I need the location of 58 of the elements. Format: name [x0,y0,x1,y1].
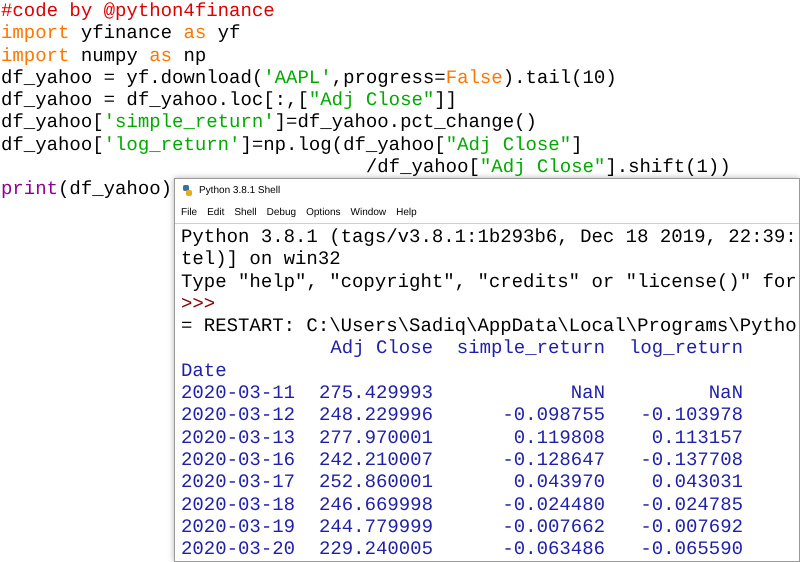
code-line: #code by @python4finance [1,0,275,22]
table-cell: 229.240005 [318,538,433,560]
menu-item[interactable]: File [181,205,198,220]
menu-item[interactable]: Window [350,205,386,220]
table-cell: 242.210007 [318,448,433,471]
date-cell: 2020-03-12 [181,404,296,426]
date-cell: 2020-03-20 [181,538,296,560]
table-cell: -0.063486 [502,538,605,560]
code-line: import numpy as np [1,44,206,67]
date-cell: 2020-03-18 [181,494,296,516]
shell-text-line: Python 3.8.1 (tags/v3.8.1:1b293b6, Dec 18 2019, 22:39: [181,226,797,248]
table-cell: 246.669998 [318,494,433,516]
date-cell: 2020-03-19 [181,516,296,538]
shell-text-line: = RESTART: C:\Users\Sadiq\AppData\Local\Programs\Pytho [181,315,797,338]
table-cell: 0.043970 [514,471,605,494]
table-cell: NaN [708,382,743,404]
shell-text-line: Type "help", "copyright", "credits" or "license()" for [181,270,797,293]
menu-item[interactable]: Options [306,205,341,220]
menu-item[interactable]: Shell [234,205,257,220]
date-cell: 2020-03-16 [181,448,296,471]
code-line: df_yahoo = yf.download('AAPL',progress=False).tail(10) [1,66,617,90]
table-cell: -0.024480 [502,494,605,516]
table-cell: 244.779999 [318,516,433,538]
code-line: print(df_yahoo) [1,178,172,201]
menu-item[interactable]: Edit [207,205,224,220]
column-header: log_return [628,337,743,360]
table-cell: -0.098755 [502,404,605,426]
table-cell: NaN [570,382,605,404]
table-cell: 252.860001 [318,471,433,494]
table-cell: 0.119808 [514,426,605,449]
table-cell: -0.137708 [640,448,743,471]
code-line: /df_yahoo["Adj Close"].shift(1)) [364,156,731,178]
table-cell: 277.970001 [318,426,433,449]
table-cell: -0.128647 [502,448,605,471]
table-cell: -0.103978 [640,404,743,426]
shell-text-line: tel)] on win32 [181,248,341,271]
date-cell: 2020-03-17 [181,471,296,494]
window-title: Python 3.8.1 Shell [199,184,280,198]
table-cell: 248.229996 [318,404,433,426]
shell-prompt: >>> [181,292,216,316]
table-cell: 0.113157 [652,426,743,449]
date-cell: 2020-03-11 [181,382,296,404]
index-label: Date [181,360,227,382]
code-line: import yfinance as yf [1,22,240,45]
table-cell: 275.429993 [318,382,433,404]
column-header: simple_return [456,337,605,360]
menu-item[interactable]: Debug [266,205,296,220]
column-header: Adj Close [330,337,433,360]
code-line: df_yahoo['log_return']=np.log(df_yahoo["Adj Close"] [1,134,583,156]
table-cell: -0.007692 [640,516,743,538]
code-line: df_yahoo = df_yahoo.loc[:,["Adj Close"]] [1,89,458,112]
table-cell: -0.024785 [640,494,743,516]
code-line: df_yahoo['simple_return']=df_yahoo.pct_change() [1,111,537,134]
table-cell: 0.043031 [652,471,743,494]
table-cell: -0.007662 [502,516,605,538]
date-cell: 2020-03-13 [181,426,296,449]
table-cell: -0.065590 [640,538,743,560]
menu-item[interactable]: Help [396,205,417,220]
